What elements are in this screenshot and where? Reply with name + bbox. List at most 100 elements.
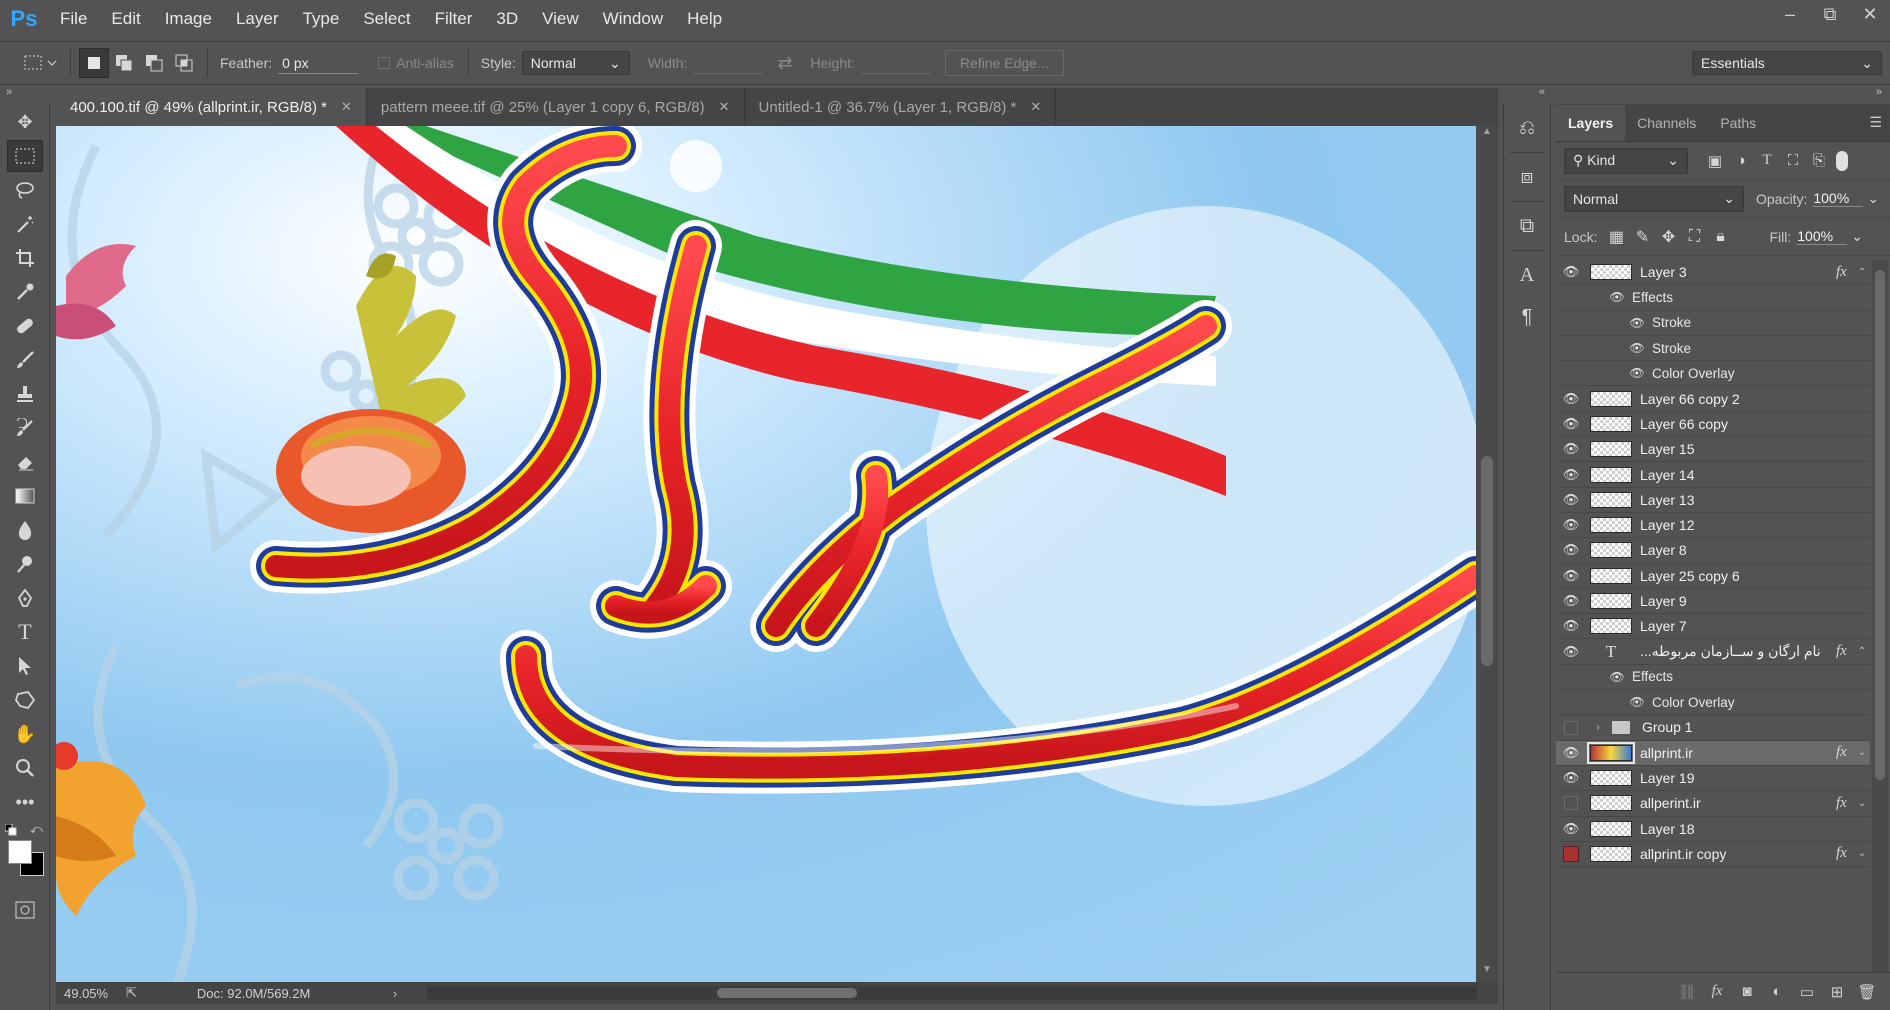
tab-400-100[interactable]: 400.100.tif @ 49% (allprint.ir, RGB/8) *… bbox=[56, 88, 367, 126]
layer-row[interactable]: 👁︎ Layer 15 bbox=[1556, 437, 1870, 463]
blend-mode-select[interactable]: Normal ⌄ bbox=[1564, 185, 1744, 212]
eye-icon[interactable]: 👁︎ bbox=[1608, 670, 1626, 684]
chevron-down-icon[interactable]: ⌄ bbox=[1854, 747, 1870, 758]
eraser-tool[interactable] bbox=[7, 446, 43, 478]
eye-icon[interactable]: 👁︎ bbox=[1628, 316, 1646, 330]
menu-image[interactable]: Image bbox=[153, 0, 224, 38]
layer-row[interactable]: allprint.ir copy fx ⌄ bbox=[1556, 841, 1870, 868]
dodge-tool[interactable] bbox=[7, 548, 43, 580]
effect-row[interactable]: 👁︎ Stroke bbox=[1556, 335, 1870, 362]
filter-type-icon[interactable]: T bbox=[1754, 148, 1780, 174]
fx-icon[interactable]: fx bbox=[1836, 264, 1854, 281]
menu-filter[interactable]: Filter bbox=[423, 0, 485, 38]
menu-file[interactable]: File bbox=[48, 0, 99, 38]
layer-row[interactable]: 👁︎ Layer 66 copy 2 bbox=[1556, 386, 1870, 412]
close-button[interactable]: ✕ bbox=[1850, 0, 1890, 28]
effect-row[interactable]: 👁︎ Color Overlay bbox=[1556, 361, 1870, 387]
lock-pixels-icon[interactable]: ✎ bbox=[1629, 224, 1655, 250]
type-layer-row[interactable]: 👁︎ T ...نام ارگان و ســازمان مربوطه fx ⌃ bbox=[1556, 639, 1870, 665]
tab-paths[interactable]: Paths bbox=[1708, 105, 1768, 141]
chevron-down-icon[interactable]: ⌄ bbox=[1867, 190, 1879, 207]
horizontal-scrollbar[interactable] bbox=[427, 986, 1478, 1000]
foreground-color[interactable] bbox=[8, 840, 32, 864]
filter-kind-select[interactable]: ⚲ Kind ⌄ bbox=[1564, 147, 1688, 174]
layer-row[interactable]: 👁︎ Layer 3 fx ⌃ bbox=[1556, 260, 1870, 286]
lock-all-icon[interactable]: 🔒︎ bbox=[1707, 224, 1733, 250]
eye-icon[interactable]: 👁︎ bbox=[1556, 563, 1586, 588]
effect-row[interactable]: 👁︎ Color Overlay bbox=[1556, 690, 1870, 716]
default-colors-icon[interactable] bbox=[5, 824, 17, 836]
effect-row[interactable]: 👁︎ Stroke bbox=[1556, 310, 1870, 336]
layer-row[interactable]: 👁︎ Layer 12 bbox=[1556, 513, 1870, 539]
delete-layer-icon[interactable]: 🗑︎ bbox=[1852, 979, 1882, 1005]
brush-tool[interactable] bbox=[7, 344, 43, 376]
chevron-up-icon[interactable]: ⌃ bbox=[1854, 646, 1870, 657]
document-canvas[interactable] bbox=[56, 126, 1476, 982]
eye-icon[interactable]: 👁︎ bbox=[1556, 411, 1586, 436]
crop-tool[interactable] bbox=[7, 242, 43, 274]
history-brush-tool[interactable] bbox=[7, 412, 43, 444]
width-input[interactable] bbox=[693, 52, 764, 74]
layer-list-scrollbar[interactable] bbox=[1872, 260, 1888, 972]
layer-row[interactable]: 👁︎ allprint.ir fx ⌄ bbox=[1556, 740, 1870, 766]
swap-colors-icon[interactable]: ⤺ bbox=[30, 822, 43, 837]
eye-icon[interactable]: 👁︎ bbox=[1556, 639, 1586, 664]
history-panel-button[interactable]: ⎌ bbox=[1509, 110, 1545, 146]
layer-row[interactable]: 👁︎ Layer 66 copy bbox=[1556, 411, 1870, 438]
custom-shape-tool[interactable] bbox=[7, 684, 43, 716]
eye-icon[interactable]: 👁︎ bbox=[1628, 695, 1646, 709]
gradient-tool[interactable] bbox=[7, 480, 43, 512]
scroll-down-icon[interactable]: ▼ bbox=[1476, 964, 1498, 982]
vertical-scrollbar[interactable]: ▲ ▼ bbox=[1476, 126, 1498, 982]
antialias-checkbox[interactable] bbox=[378, 57, 391, 69]
zoom-tool[interactable] bbox=[7, 752, 43, 784]
panel-menu-icon[interactable]: ☰ bbox=[1869, 114, 1882, 131]
zoom-level[interactable]: 49.05% bbox=[56, 986, 116, 1001]
scroll-up-icon[interactable]: ▲ bbox=[1476, 126, 1498, 144]
eye-icon[interactable]: 👁︎ bbox=[1556, 589, 1586, 614]
tab-layers[interactable]: Layers bbox=[1556, 105, 1626, 141]
eye-icon[interactable]: 👁︎ bbox=[1608, 290, 1626, 304]
menu-help[interactable]: Help bbox=[675, 0, 734, 38]
menu-view[interactable]: View bbox=[530, 0, 591, 38]
layer-row[interactable]: 👁︎ Layer 7 bbox=[1556, 614, 1870, 640]
chevron-up-icon[interactable]: ⌃ bbox=[1854, 267, 1870, 278]
scroll-thumb[interactable] bbox=[1481, 456, 1493, 666]
workspace-select[interactable]: Essentials ⌄ bbox=[1692, 51, 1882, 75]
new-adjustment-icon[interactable]: ◐ bbox=[1762, 979, 1792, 1005]
eye-icon[interactable]: 👁︎ bbox=[1628, 366, 1646, 380]
fill-value[interactable]: 100% bbox=[1797, 228, 1848, 245]
chevron-down-icon[interactable]: ⌄ bbox=[1854, 848, 1870, 859]
menu-3d[interactable]: 3D bbox=[484, 0, 530, 38]
add-style-icon[interactable]: fx bbox=[1702, 979, 1732, 1005]
new-group-icon[interactable]: ▭ bbox=[1792, 979, 1822, 1005]
scroll-thumb[interactable] bbox=[717, 988, 858, 998]
menu-layer[interactable]: Layer bbox=[224, 0, 291, 38]
new-selection-button[interactable] bbox=[79, 48, 109, 78]
clone-stamp-tool[interactable] bbox=[7, 378, 43, 410]
dock-collapse-toggle[interactable]: « bbox=[1503, 86, 1551, 104]
eye-icon[interactable]: 👁︎ bbox=[1556, 614, 1586, 639]
link-layers-icon[interactable]: ⛓ bbox=[1672, 979, 1702, 1005]
height-input[interactable] bbox=[860, 52, 931, 74]
layer-row[interactable]: 👁︎ Layer 19 bbox=[1556, 766, 1870, 792]
refine-edge-button[interactable]: Refine Edge... bbox=[944, 50, 1064, 76]
layer-row[interactable]: 👁︎ Layer 9 bbox=[1556, 589, 1870, 615]
fx-icon[interactable]: fx bbox=[1836, 744, 1854, 761]
eye-hidden-icon[interactable] bbox=[1556, 841, 1586, 866]
group-row[interactable]: › Group 1 bbox=[1556, 715, 1870, 741]
layer-row[interactable]: 👁︎ Layer 14 bbox=[1556, 462, 1870, 488]
menu-window[interactable]: Window bbox=[591, 0, 675, 38]
tool-preset-picker[interactable] bbox=[22, 48, 62, 78]
style-select[interactable]: Normal ⌄ bbox=[521, 51, 630, 75]
subtract-selection-button[interactable] bbox=[139, 48, 169, 78]
filter-shape-icon[interactable]: ⛶ bbox=[1780, 148, 1806, 174]
filter-adjustment-icon[interactable]: ◑ bbox=[1728, 148, 1754, 174]
close-icon[interactable]: ✕ bbox=[1030, 99, 1041, 115]
eye-icon[interactable]: 👁︎ bbox=[1556, 260, 1586, 285]
healing-brush-tool[interactable] bbox=[7, 310, 43, 342]
layer-row[interactable]: 👁︎ Layer 8 bbox=[1556, 538, 1870, 564]
panels-collapse-toggle[interactable]: » bbox=[1855, 86, 1890, 104]
menu-select[interactable]: Select bbox=[351, 0, 422, 38]
3d-panel-button[interactable]: ⧈ bbox=[1509, 159, 1545, 195]
